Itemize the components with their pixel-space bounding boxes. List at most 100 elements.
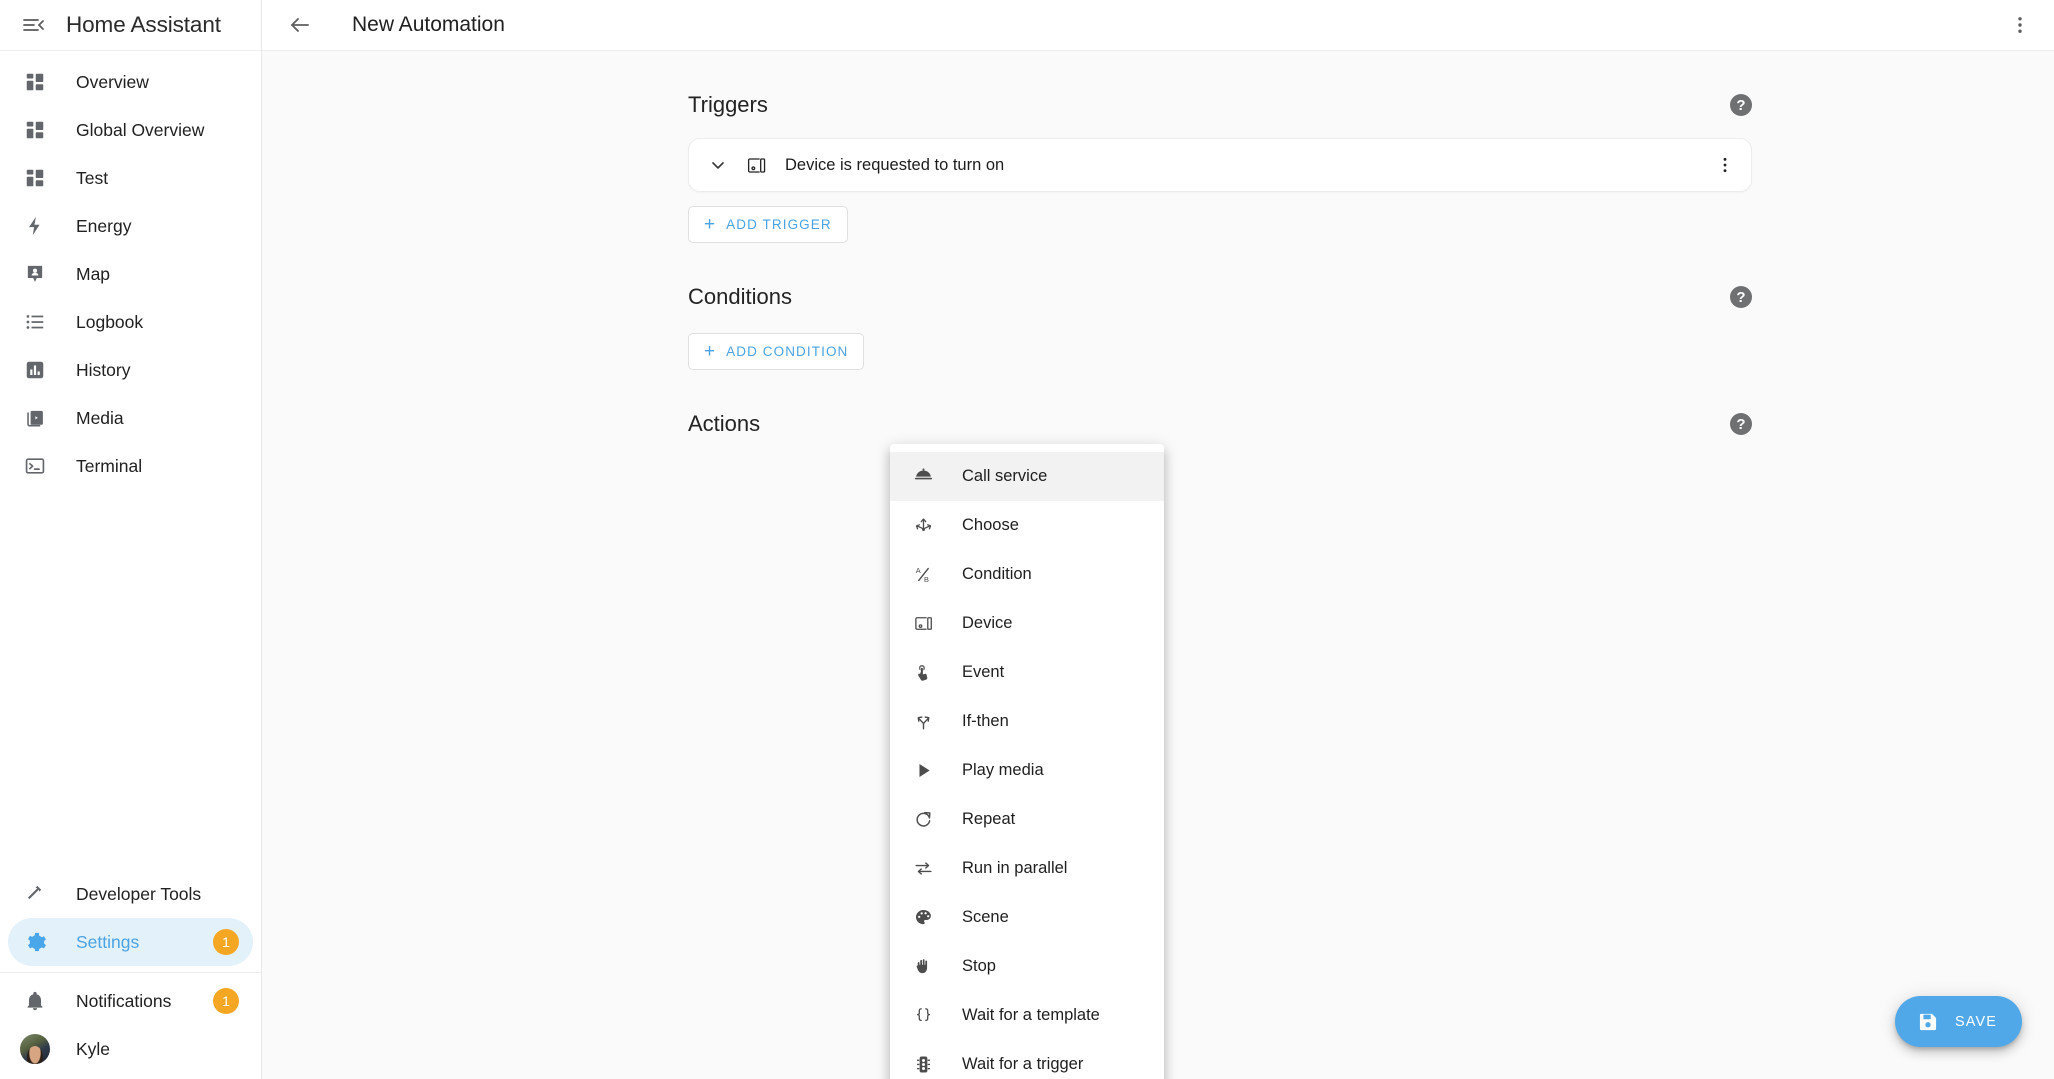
sidebar-item-developer-tools[interactable]: Developer Tools (8, 870, 253, 918)
plus-icon: + (704, 340, 716, 362)
config-column: Triggers ? Device is requested to turn o… (688, 51, 1752, 446)
menu-item-label: Wait for a template (962, 1006, 1100, 1024)
chevron-down-icon[interactable] (703, 150, 733, 180)
code-braces-icon (910, 1003, 936, 1029)
arrow-left-icon[interactable] (278, 3, 322, 47)
sidebar-item-label: Notifications (76, 990, 172, 1011)
menu-item-label: Call service (962, 467, 1048, 485)
menu-item-label: Play media (962, 761, 1044, 779)
menu-item-condition[interactable]: A B Condition (890, 550, 1164, 599)
menu-item-label: Wait for a trigger (962, 1055, 1084, 1073)
sidebar-item-energy[interactable]: Energy (8, 202, 253, 250)
menu-item-scene[interactable]: Scene (890, 893, 1164, 942)
status-badge: 1 (213, 929, 239, 955)
automation-editor: Triggers ? Device is requested to turn o… (262, 51, 2054, 1079)
add-condition-row: + ADD CONDITION (688, 319, 1752, 370)
sidebar-item-global-overview[interactable]: Global Overview (8, 106, 253, 154)
add-trigger-row: + ADD TRIGGER (688, 192, 1752, 243)
menu-item-label: Scene (962, 908, 1009, 926)
help-circle-icon[interactable]: ? (1730, 286, 1752, 308)
sidebar-item-media[interactable]: Media (8, 394, 253, 442)
menu-item-label: Device (962, 614, 1013, 632)
sidebar-item-map[interactable]: Map (8, 250, 253, 298)
trigger-card[interactable]: Device is requested to turn on (688, 138, 1752, 192)
arrow-decision-icon (910, 856, 936, 882)
sidebar: Home Assistant Overview Global Overview … (0, 0, 262, 1079)
triggers-section-header: Triggers ? (688, 83, 1752, 127)
sidebar-item-test[interactable]: Test (8, 154, 253, 202)
sidebar-item-label: Kyle (76, 1038, 111, 1059)
hamburger-collapse-icon[interactable] (14, 6, 52, 44)
menu-item-play-media[interactable]: Play media (890, 746, 1164, 795)
add-trigger-button[interactable]: + ADD TRIGGER (688, 206, 848, 243)
app-root: Home Assistant Overview Global Overview … (0, 0, 2054, 1079)
menu-item-label: If-then (962, 712, 1009, 730)
trigger-label: Device is requested to turn on (785, 155, 1005, 174)
room-service-icon (910, 464, 936, 490)
cog-icon (20, 927, 50, 957)
format-list-bulleted-icon (20, 307, 50, 337)
menu-item-stop[interactable]: Stop (890, 942, 1164, 991)
hammer-icon (20, 879, 50, 909)
content-save-icon (1916, 1010, 1940, 1034)
status-badge: 1 (213, 988, 239, 1014)
palette-icon (910, 905, 936, 931)
menu-item-device[interactable]: Device (890, 599, 1164, 648)
sidebar-item-overview[interactable]: Overview (8, 58, 253, 106)
add-condition-label: ADD CONDITION (726, 344, 849, 359)
svg-text:A: A (915, 566, 920, 575)
sidebar-item-terminal[interactable]: Terminal (8, 442, 253, 490)
sidebar-item-notifications[interactable]: Notifications 1 (8, 977, 253, 1025)
device-icon (910, 611, 936, 637)
play-box-multiple-icon (20, 403, 50, 433)
refresh-icon (910, 807, 936, 833)
dots-vertical-icon[interactable] (1998, 3, 2042, 47)
menu-item-label: Stop (962, 957, 996, 975)
help-circle-icon[interactable]: ? (1730, 413, 1752, 435)
sidebar-divider (0, 972, 261, 973)
sidebar-item-label: Developer Tools (76, 883, 202, 904)
main-area: New Automation Triggers ? Device is requ… (262, 0, 2054, 1079)
hand-back-right-icon (910, 954, 936, 980)
sidebar-item-history[interactable]: History (8, 346, 253, 394)
menu-item-run-in-parallel[interactable]: Run in parallel (890, 844, 1164, 893)
sidebar-nav: Overview Global Overview Test Energy Map… (0, 51, 261, 870)
section-title: Triggers (688, 92, 768, 117)
add-action-menu: Call service Choose A B Condition Device… (890, 444, 1164, 1079)
sidebar-header: Home Assistant (0, 0, 261, 51)
sidebar-item-label: Overview (76, 71, 149, 92)
view-dashboard-icon (20, 115, 50, 145)
lightning-bolt-icon (20, 211, 50, 241)
svg-text:B: B (924, 575, 929, 584)
section-title: Conditions (688, 284, 792, 309)
call-split-branch-icon (910, 709, 936, 735)
menu-item-call-service[interactable]: Call service (890, 452, 1164, 501)
help-circle-icon[interactable]: ? (1730, 94, 1752, 116)
save-button-label: SAVE (1954, 1013, 1997, 1030)
menu-item-if-then[interactable]: If-then (890, 697, 1164, 746)
dots-vertical-icon[interactable] (1707, 147, 1743, 183)
sidebar-item-settings[interactable]: Settings 1 (8, 918, 253, 966)
menu-item-choose[interactable]: Choose (890, 501, 1164, 550)
plus-icon: + (704, 213, 716, 235)
save-button[interactable]: SAVE (1894, 996, 2022, 1047)
console-icon (20, 451, 50, 481)
sidebar-bottom: Developer Tools Settings 1 Notifications… (0, 870, 261, 1079)
menu-item-label: Choose (962, 516, 1019, 534)
sidebar-item-user[interactable]: Kyle (8, 1025, 253, 1073)
menu-item-wait-for-a-template[interactable]: Wait for a template (890, 991, 1164, 1040)
menu-item-repeat[interactable]: Repeat (890, 795, 1164, 844)
sidebar-item-logbook[interactable]: Logbook (8, 298, 253, 346)
ab-testing-icon: A B (910, 562, 936, 588)
sidebar-title: Home Assistant (66, 12, 221, 37)
sidebar-item-label: Map (76, 263, 111, 284)
sidebar-item-label: Terminal (76, 455, 143, 476)
menu-item-wait-for-a-trigger[interactable]: Wait for a trigger (890, 1040, 1164, 1079)
menu-item-label: Condition (962, 565, 1032, 583)
sidebar-item-label: Settings (76, 931, 140, 952)
sidebar-item-label: Global Overview (76, 119, 205, 140)
page-title: New Automation (352, 13, 505, 36)
sidebar-item-label: History (76, 359, 131, 380)
add-condition-button[interactable]: + ADD CONDITION (688, 333, 865, 370)
menu-item-event[interactable]: Event (890, 648, 1164, 697)
